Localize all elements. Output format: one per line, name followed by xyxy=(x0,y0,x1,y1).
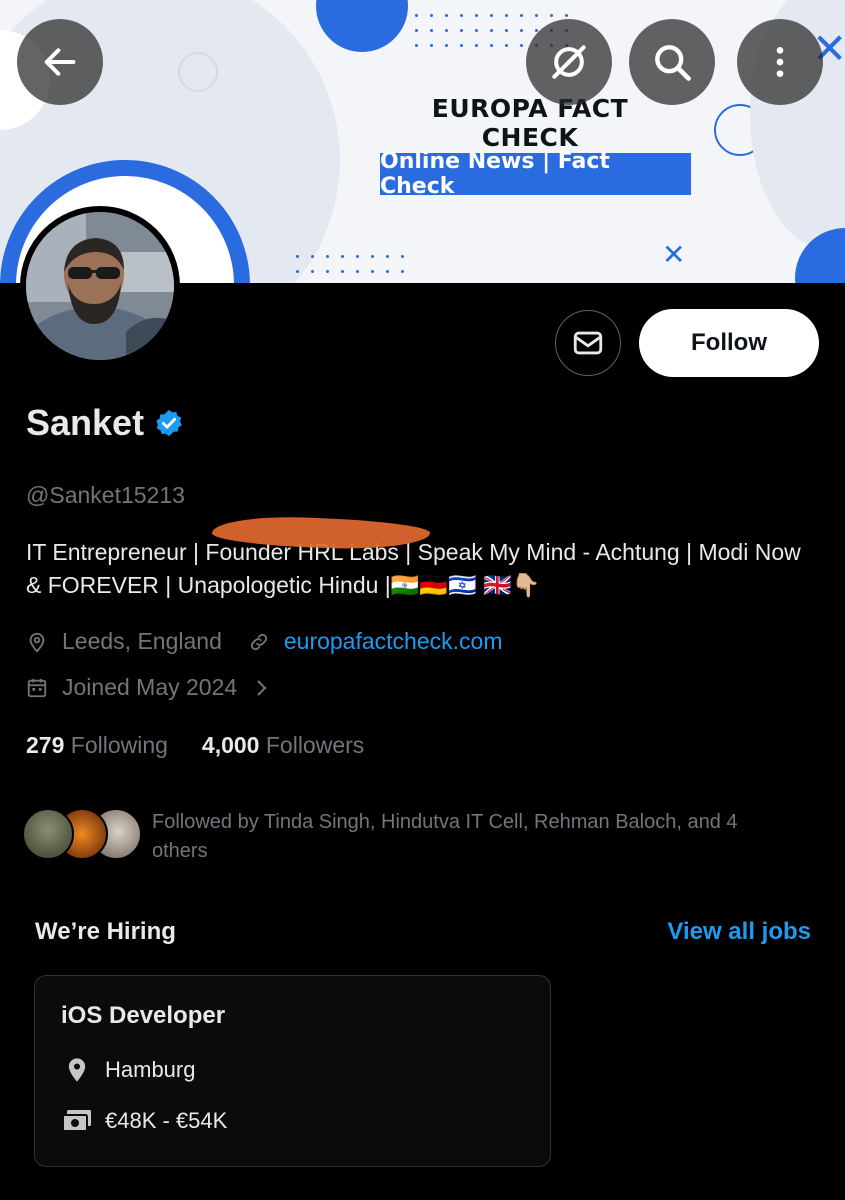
more-options-button[interactable] xyxy=(737,19,823,105)
following-count: 279 xyxy=(26,732,65,758)
profile-bio: IT Entrepreneur | Founder HRL Labs | Spe… xyxy=(26,539,801,598)
followers-label: Followers xyxy=(265,732,365,758)
follower-avatars xyxy=(22,808,142,860)
following-label: Following xyxy=(70,732,168,758)
calendar-icon xyxy=(26,677,48,699)
envelope-icon xyxy=(573,331,603,355)
followed-by-text: Followed by Tinda Singh, Hindutva IT Cel… xyxy=(152,811,738,862)
followers-stat[interactable]: 4,000 Followers xyxy=(202,732,364,759)
website-link[interactable]: europafactcheck.com xyxy=(284,628,503,655)
follow-stats: 279 Following 4,000 Followers xyxy=(26,732,364,759)
avatar xyxy=(22,808,74,860)
followed-by-row[interactable]: Followed by Tinda Singh, Hindutva IT Cel… xyxy=(22,808,792,866)
banner-decor-circle xyxy=(316,0,408,52)
location-pin-icon xyxy=(26,631,48,653)
arrow-left-icon xyxy=(44,48,76,76)
link-icon xyxy=(248,631,270,653)
location-pin-icon xyxy=(61,1056,93,1084)
job-title: iOS Developer xyxy=(61,1002,226,1029)
slash-circle-icon xyxy=(552,45,586,79)
hiring-title: We’re Hiring xyxy=(35,918,176,945)
job-card[interactable]: iOS Developer Hamburg €48K - €54K xyxy=(34,975,551,1167)
banner-x-icon: ✕ xyxy=(662,239,686,270)
job-salary-row: €48K - €54K xyxy=(61,1108,227,1134)
profile-handle: @Sanket15213 xyxy=(26,482,185,508)
job-location: Hamburg xyxy=(105,1057,196,1082)
followers-count: 4,000 xyxy=(201,732,260,758)
location-text: Leeds, England xyxy=(62,628,222,654)
grok-button[interactable] xyxy=(526,19,612,105)
display-name: Sanket xyxy=(26,402,145,443)
money-icon xyxy=(61,1108,93,1134)
banner-title: EUROPA FACT CHECK xyxy=(431,94,629,152)
location-row: Leeds, England europafactcheck.com xyxy=(26,628,502,655)
joined-row[interactable]: Joined May 2024 xyxy=(26,674,283,701)
banner-tagline: Online News | Fact Check xyxy=(380,149,691,199)
profile-name: Sanket xyxy=(26,402,184,444)
verified-badge-icon[interactable] xyxy=(154,408,184,438)
banner-decor-circle xyxy=(178,52,218,92)
message-button[interactable] xyxy=(555,310,621,376)
joined-text: Joined May 2024 xyxy=(62,674,238,700)
chevron-right-icon xyxy=(253,678,269,698)
search-icon xyxy=(655,45,691,81)
following-stat[interactable]: 279 Following xyxy=(26,732,168,759)
job-location-row: Hamburg xyxy=(61,1056,195,1084)
job-salary: €48K - €54K xyxy=(105,1108,228,1133)
avatar-photo xyxy=(26,212,174,360)
follow-button[interactable]: Follow xyxy=(639,309,819,377)
search-button[interactable] xyxy=(629,19,715,105)
more-vertical-icon xyxy=(776,47,784,77)
banner-dot-grid xyxy=(296,255,404,273)
back-button[interactable] xyxy=(17,19,103,105)
view-all-jobs-link[interactable]: View all jobs xyxy=(667,918,811,946)
profile-avatar[interactable] xyxy=(20,206,180,366)
